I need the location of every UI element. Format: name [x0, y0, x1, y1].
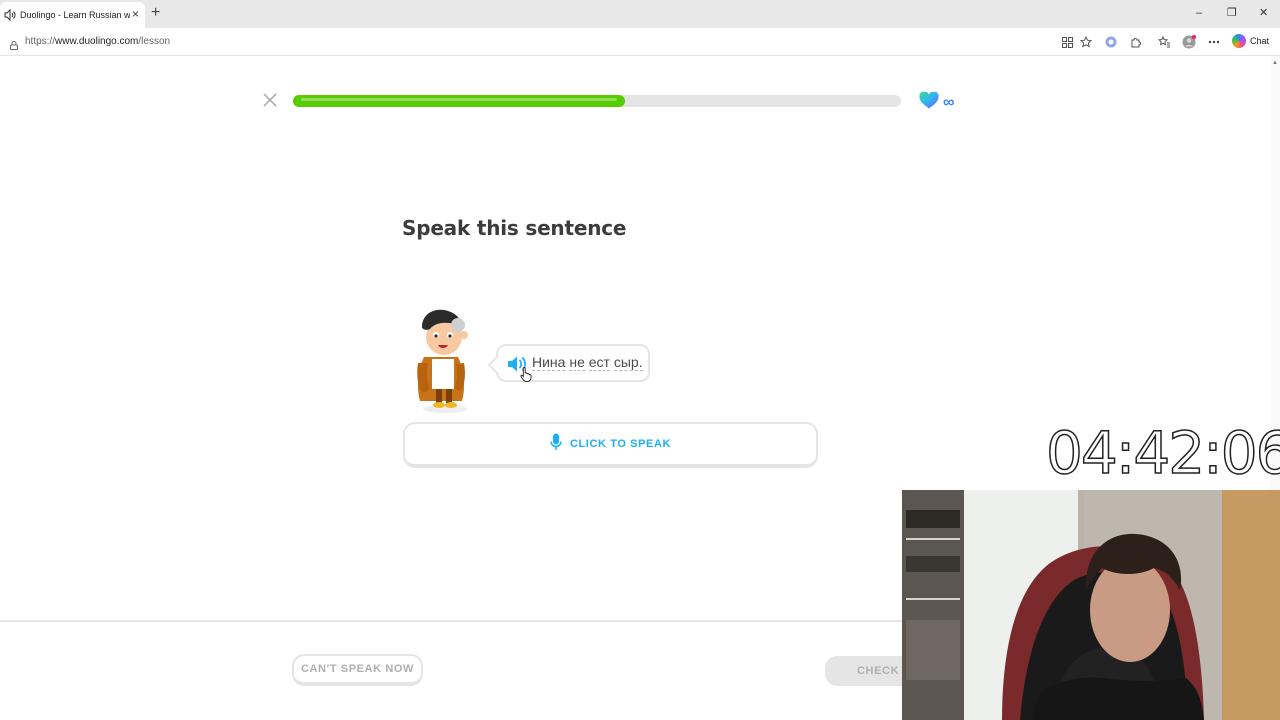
- window-close-button[interactable]: ✕: [1259, 6, 1268, 20]
- scroll-up-arrow-icon[interactable]: ▲: [1272, 60, 1278, 66]
- profile-avatar-icon[interactable]: [1182, 35, 1196, 49]
- cant-speak-now-button[interactable]: CAN'T SPEAK NOW: [292, 654, 423, 686]
- sentence-word[interactable]: ест: [588, 354, 610, 371]
- url-host: www.duolingo.com: [55, 36, 139, 47]
- lesson-progress-bar: [293, 95, 901, 107]
- restore-button[interactable]: ❐: [1227, 6, 1237, 20]
- speech-bubble-tail: [487, 356, 505, 374]
- browser-tab-bar: Duolingo - Learn Russian with × + – ❐ ✕: [0, 0, 1280, 28]
- sentence-word[interactable]: сыр.: [613, 354, 643, 371]
- app-available-icon[interactable]: [1060, 35, 1074, 49]
- copilot-chat-button[interactable]: Chat: [1232, 34, 1269, 48]
- address-bar[interactable]: https://www.duolingo.com/lesson Chat: [0, 28, 1280, 56]
- favorite-star-icon[interactable]: [1079, 35, 1093, 49]
- character-illustration: [412, 305, 478, 415]
- webcam-overlay: [902, 490, 1280, 720]
- new-tab-button[interactable]: +: [151, 5, 160, 21]
- chat-label: Chat: [1250, 36, 1270, 46]
- webcam-feed-image: [902, 490, 1280, 720]
- tab-title: Duolingo - Learn Russian with: [20, 10, 130, 20]
- url-prefix: https://: [25, 36, 56, 47]
- minimize-button[interactable]: –: [1196, 6, 1202, 20]
- favorites-list-icon[interactable]: [1157, 35, 1171, 49]
- speaker-audio-icon: [4, 9, 16, 21]
- tab-close-icon[interactable]: ×: [132, 7, 139, 21]
- extensions-puzzle-icon[interactable]: [1129, 35, 1143, 49]
- hearts-indicator[interactable]: ∞: [919, 91, 955, 114]
- more-options-icon[interactable]: [1207, 35, 1221, 49]
- click-to-speak-label: CLICK TO SPEAK: [569, 438, 672, 450]
- url-text[interactable]: https://www.duolingo.com/lesson: [25, 36, 170, 47]
- stream-timer-overlay: 04:42:06: [1045, 419, 1280, 487]
- sentence-word[interactable]: не: [569, 354, 585, 371]
- url-path: /lesson: [138, 36, 171, 47]
- copilot-icon: [1232, 34, 1246, 48]
- challenge-title: Speak this sentence: [402, 216, 627, 240]
- browser-tab[interactable]: Duolingo - Learn Russian with ×: [0, 2, 145, 28]
- prompt-sentence[interactable]: Нина не ест сыр.: [532, 354, 643, 371]
- click-to-speak-button[interactable]: CLICK TO SPEAK: [403, 422, 818, 468]
- hearts-infinity: ∞: [943, 94, 955, 111]
- hand-pointer-cursor-icon: [520, 366, 532, 382]
- quit-lesson-close-icon[interactable]: [263, 93, 277, 107]
- progress-highlight: [301, 98, 617, 101]
- lock-icon: [10, 37, 18, 50]
- cant-speak-now-label: CAN'T SPEAK NOW: [300, 663, 415, 675]
- heart-icon: [919, 91, 939, 114]
- microphone-icon: [550, 433, 562, 456]
- sentence-word[interactable]: Нина: [532, 354, 566, 371]
- lesson-progress-fill: [293, 95, 625, 107]
- extension-circle-icon[interactable]: [1104, 35, 1118, 49]
- check-label: CHECK: [857, 665, 900, 677]
